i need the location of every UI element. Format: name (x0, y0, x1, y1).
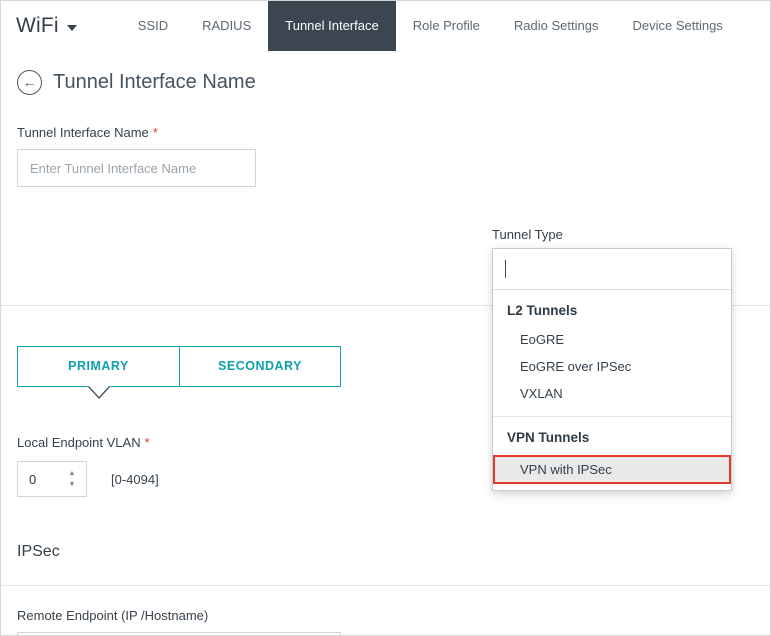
back-arrow-icon: ← (22, 74, 37, 90)
required-asterisk: * (144, 435, 150, 450)
wifi-brand-menu[interactable]: WiFi (1, 1, 77, 51)
wifi-settings-page: WiFi SSID RADIUS Tunnel Interface Role P… (0, 0, 771, 636)
dropdown-search-area (493, 249, 731, 290)
tab-primary-label: PRIMARY (68, 359, 129, 373)
top-navbar: WiFi SSID RADIUS Tunnel Interface Role P… (1, 1, 770, 51)
ipsec-section-heading: IPSec (17, 543, 60, 560)
stepper-down-icon[interactable]: ▼ (60, 479, 84, 490)
dropdown-item-vxlan[interactable]: VXLAN (493, 380, 731, 407)
vlan-number-stepper: ▲ ▼ (17, 461, 87, 497)
tab-device-settings[interactable]: Device Settings (615, 1, 739, 51)
caret-down-icon (66, 25, 77, 31)
tab-secondary-label: SECONDARY (218, 359, 302, 373)
stepper-up-icon[interactable]: ▲ (60, 468, 84, 479)
tab-radio-settings[interactable]: Radio Settings (497, 1, 616, 51)
remote-endpoint-input[interactable] (17, 632, 341, 635)
nav-tabs: SSID RADIUS Tunnel Interface Role Profil… (121, 1, 740, 51)
vlan-value-input[interactable] (18, 462, 60, 496)
endpoint-tab-group: PRIMARY SECONDARY (17, 346, 341, 399)
vlan-range-hint: [0-4094] (111, 471, 159, 487)
tab-role-profile[interactable]: Role Profile (396, 1, 497, 51)
remote-endpoint-label: Remote Endpoint (IP /Hostname) (17, 608, 209, 623)
dropdown-item-eogre-over-ipsec[interactable]: EoGRE over IPSec (493, 353, 731, 380)
tunnel-type-search-input[interactable] (493, 249, 731, 289)
back-button[interactable]: ← (17, 69, 42, 95)
active-tab-pointer (87, 386, 110, 399)
stepper-buttons: ▲ ▼ (60, 462, 84, 496)
brand-label: WiFi (16, 14, 59, 37)
tab-ssid[interactable]: SSID (121, 1, 185, 51)
tunnel-name-input[interactable] (17, 149, 256, 187)
tunnel-form-top: Tunnel Interface Name* Tunnel Type L2 Tu… (1, 99, 770, 491)
tunnel-type-dropdown: L2 Tunnels EoGRE EoGRE over IPSec VXLAN … (492, 248, 732, 491)
text-cursor (505, 260, 506, 278)
tab-tunnel-interface[interactable]: Tunnel Interface (268, 1, 396, 51)
vlan-label-text: Local Endpoint VLAN (17, 435, 141, 450)
section-divider (1, 585, 770, 586)
dropdown-group-vpn-tunnels: VPN Tunnels (507, 430, 590, 445)
tunnel-type-label: Tunnel Type (492, 227, 563, 242)
dropdown-item-vpn-with-ipsec[interactable]: VPN with IPSec (493, 455, 731, 484)
tab-radius[interactable]: RADIUS (185, 1, 268, 51)
page-title: Tunnel Interface Name (53, 70, 256, 93)
dropdown-item-eogre[interactable]: EoGRE (493, 326, 731, 353)
dropdown-group-l2-tunnels: L2 Tunnels (507, 303, 578, 318)
tunnel-name-label-text: Tunnel Interface Name (17, 125, 149, 140)
tab-secondary[interactable]: SECONDARY (179, 347, 340, 386)
tunnel-name-label: Tunnel Interface Name * (17, 125, 754, 140)
page-title-row: ← Tunnel Interface Name (17, 65, 754, 99)
required-asterisk: * (152, 125, 158, 140)
tab-primary[interactable]: PRIMARY (18, 347, 179, 399)
